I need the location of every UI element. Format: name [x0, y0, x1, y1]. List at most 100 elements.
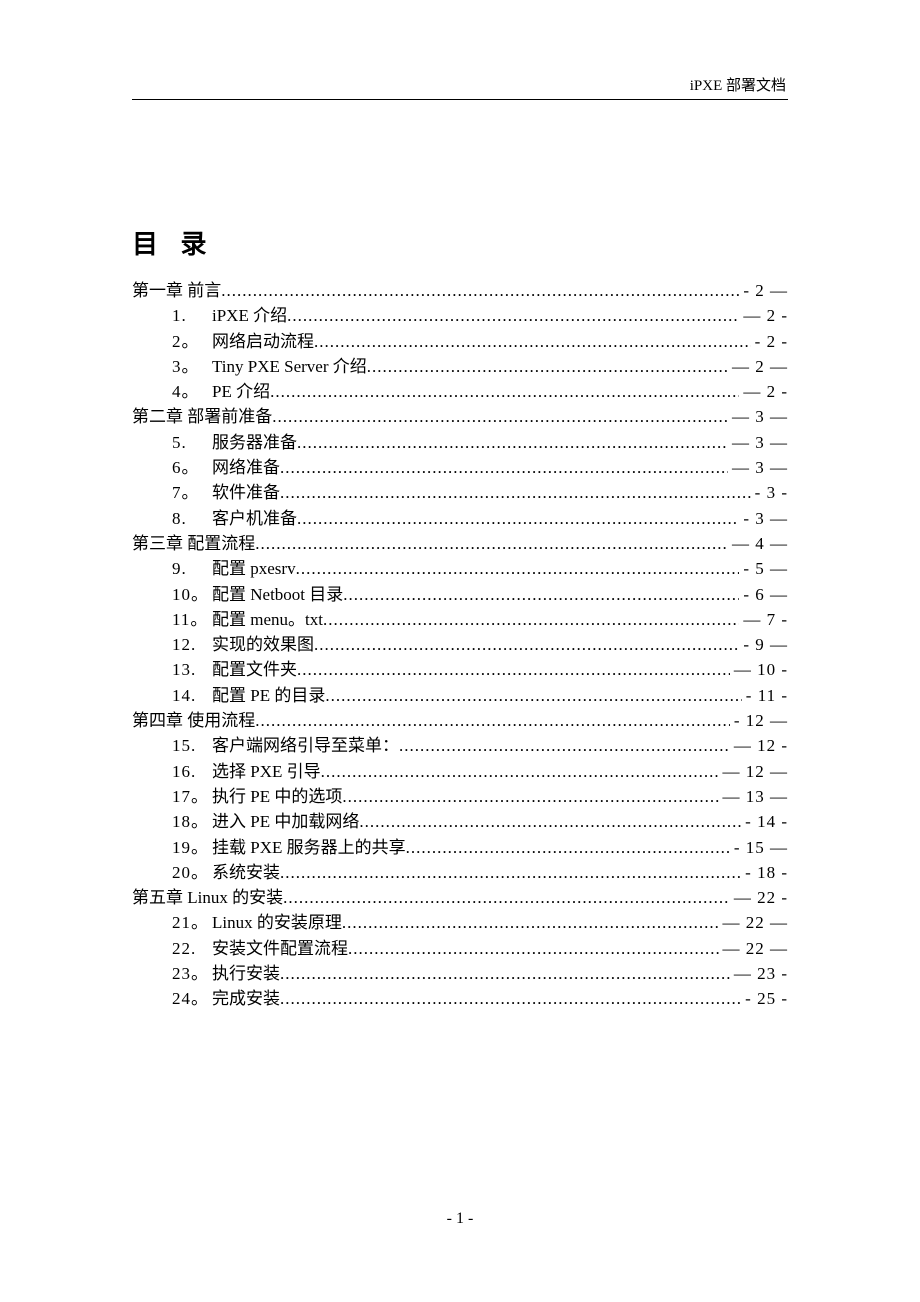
- toc-page-ref: — 2 —: [732, 355, 788, 379]
- toc-page-ref: — 3 —: [732, 431, 788, 455]
- toc-label: 第二章 部署前准备: [132, 405, 272, 429]
- toc-item: 24。完成安装 - 25 -: [132, 987, 788, 1011]
- toc-item-number: 1.: [172, 304, 212, 328]
- toc-page-ref: - 14 -: [745, 810, 788, 834]
- toc-item-number: 24。: [172, 987, 212, 1011]
- toc-item-number: 21。: [172, 911, 212, 935]
- toc-label: 第四章 使用流程: [132, 709, 255, 733]
- toc-page-ref: - 9 —: [743, 633, 788, 657]
- toc-page-ref: — 22 —: [723, 937, 789, 961]
- toc-label: Linux 的安装原理: [212, 911, 342, 935]
- toc-chapter: 第二章 部署前准备 — 3 —: [132, 405, 788, 429]
- toc-item-number: 7。: [172, 481, 212, 505]
- toc-label: Tiny PXE Server 介绍: [212, 355, 367, 379]
- toc-item-number: 4。: [172, 380, 212, 404]
- toc-item-number: 8.: [172, 507, 212, 531]
- toc-leader-dots: [255, 532, 728, 556]
- toc-label: 实现的效果图: [212, 633, 314, 657]
- toc-label: 配置 PE 的目录: [212, 684, 325, 708]
- toc-leader-dots: [314, 330, 751, 354]
- toc-leader-dots: [406, 836, 730, 860]
- toc-item: 16.选择 PXE 引导— 12 —: [132, 760, 788, 784]
- toc-item-number: 17。: [172, 785, 212, 809]
- toc-item-number: 13.: [172, 658, 212, 682]
- toc-label: 选择 PXE 引导: [212, 760, 321, 784]
- toc-label: 网络启动流程: [212, 330, 314, 354]
- toc-label: 配置 menu。txt: [212, 608, 323, 632]
- toc-leader-dots: [280, 987, 741, 1011]
- toc-page-ref: — 22 —: [723, 911, 789, 935]
- toc-leader-dots: [323, 608, 739, 632]
- toc-leader-dots: [221, 279, 739, 303]
- toc-label: 第五章 Linux 的安装: [132, 886, 283, 910]
- toc-leader-dots: [342, 911, 719, 935]
- toc-page-ref: — 12 -: [734, 734, 788, 758]
- toc-item: 4。PE 介绍— 2 -: [132, 380, 788, 404]
- toc-leader-dots: [297, 431, 728, 455]
- toc-item: 1.iPXE 介绍— 2 -: [132, 304, 788, 328]
- toc-chapter: 第五章 Linux 的安装— 22 -: [132, 886, 788, 910]
- toc-leader-dots: [297, 658, 730, 682]
- toc-leader-dots: [325, 684, 741, 708]
- toc-label: 系统安装: [212, 861, 280, 885]
- toc-item: 3。Tiny PXE Server 介绍 — 2 —: [132, 355, 788, 379]
- toc-item: 12.实现的效果图- 9 —: [132, 633, 788, 657]
- toc-item: 17。执行 PE 中的选项 — 13 —: [132, 785, 788, 809]
- toc-label: 第一章 前言: [132, 279, 221, 303]
- toc-leader-dots: [283, 886, 730, 910]
- toc-page-ref: — 13 —: [723, 785, 789, 809]
- toc-label: 完成安装: [212, 987, 280, 1011]
- toc-item-number: 10。: [172, 583, 212, 607]
- toc-leader-dots: [255, 709, 730, 733]
- toc-label: 安装文件配置流程: [212, 937, 348, 961]
- toc-page-ref: - 3 -: [755, 481, 788, 505]
- toc-item-number: 2。: [172, 330, 212, 354]
- toc-item: 14.配置 PE 的目录- 11 -: [132, 684, 788, 708]
- toc-page-ref: - 3 —: [743, 507, 788, 531]
- toc-item-number: 3。: [172, 355, 212, 379]
- toc-label: 软件准备: [212, 481, 280, 505]
- toc-item-number: 23。: [172, 962, 212, 986]
- toc-item-number: 18。: [172, 810, 212, 834]
- toc-label: 配置 Netboot 目录: [212, 583, 343, 607]
- toc-item: 7。软件准备 - 3 -: [132, 481, 788, 505]
- toc-page-ref: — 7 -: [743, 608, 788, 632]
- toc-page-ref: — 3 —: [732, 405, 788, 429]
- toc-page-ref: — 10 -: [734, 658, 788, 682]
- toc-item-number: 19。: [172, 836, 212, 860]
- toc-page-ref: — 4 —: [732, 532, 788, 556]
- toc-item: 23。执行安装— 23 -: [132, 962, 788, 986]
- toc-item-number: 11。: [172, 608, 212, 632]
- toc-leader-dots: [399, 734, 730, 758]
- toc-chapter: 第三章 配置流程— 4 —: [132, 532, 788, 556]
- toc-label: 执行 PE 中的选项: [212, 785, 342, 809]
- toc-item: 8.客户机准备 - 3 —: [132, 507, 788, 531]
- toc-label: PE 介绍: [212, 380, 270, 404]
- toc-chapter: 第一章 前言- 2 —: [132, 279, 788, 303]
- toc-label: 客户机准备: [212, 507, 297, 531]
- toc-item-number: 15.: [172, 734, 212, 758]
- toc-item: 13.配置文件夹 — 10 -: [132, 658, 788, 682]
- toc-page-ref: — 23 -: [734, 962, 788, 986]
- toc-page-ref: — 2 -: [743, 304, 788, 328]
- toc-label: 配置 pxesrv: [212, 557, 296, 581]
- toc-label: 进入 PE 中加载网络: [212, 810, 359, 834]
- toc-leader-dots: [297, 507, 739, 531]
- toc-list: 第一章 前言- 2 —1.iPXE 介绍— 2 -2。网络启动流程- 2 -3。…: [132, 279, 788, 1011]
- toc-page-ref: - 6 —: [743, 583, 788, 607]
- toc-page-ref: - 18 -: [745, 861, 788, 885]
- doc-header: iPXE 部署文档: [132, 74, 788, 99]
- toc-leader-dots: [343, 583, 739, 607]
- toc-page-ref: — 12 —: [723, 760, 789, 784]
- toc-page-ref: - 25 -: [745, 987, 788, 1011]
- toc-page-ref: - 2 -: [755, 330, 788, 354]
- toc-item-number: 14.: [172, 684, 212, 708]
- toc-label: 服务器准备: [212, 431, 297, 455]
- toc-item: 21。Linux 的安装原理 — 22 —: [132, 911, 788, 935]
- page-footer: - 1 -: [0, 1210, 920, 1228]
- toc-label: 配置文件夹: [212, 658, 297, 682]
- toc-leader-dots: [280, 456, 728, 480]
- toc-page-ref: — 3 —: [732, 456, 788, 480]
- toc-item: 5.服务器准备— 3 —: [132, 431, 788, 455]
- toc-item-number: 9.: [172, 557, 212, 581]
